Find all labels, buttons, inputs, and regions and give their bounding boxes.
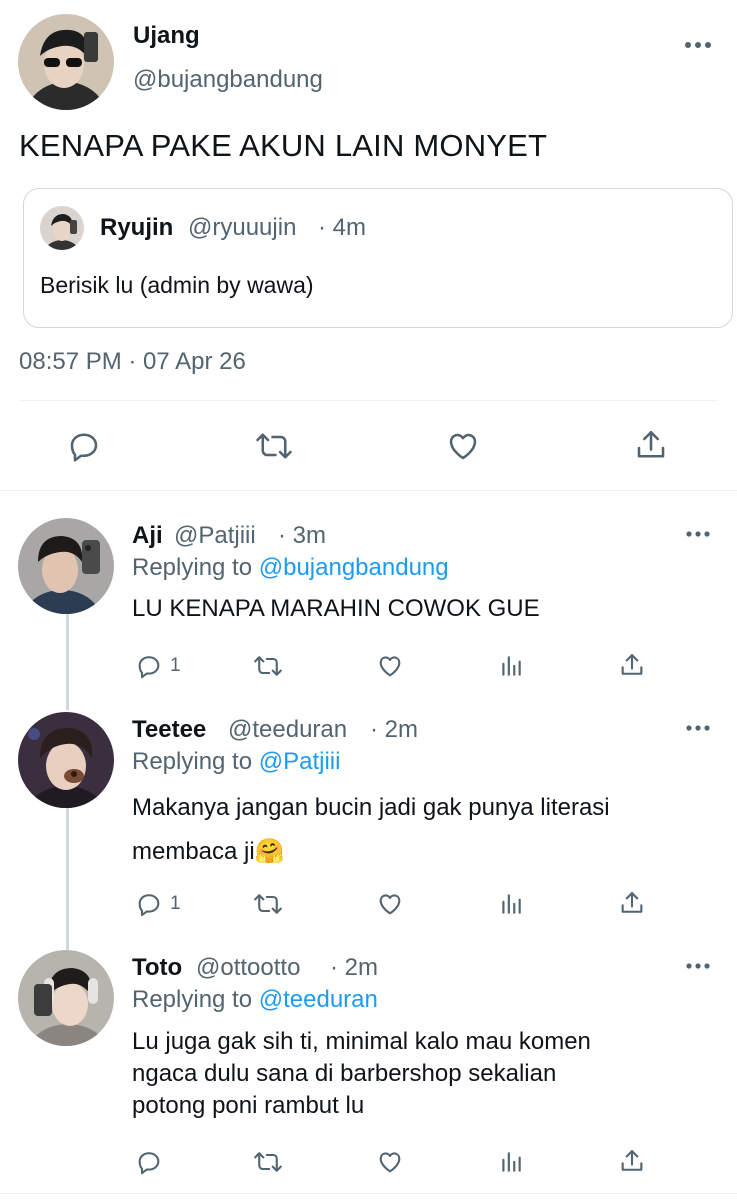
divider: [0, 1193, 737, 1194]
avatar[interactable]: [18, 950, 114, 1046]
quoted-avatar: [40, 206, 84, 250]
hugging-emoji: 🤗: [254, 838, 285, 865]
more-options-icon[interactable]: [684, 40, 712, 50]
user-handle[interactable]: @bujangbandung: [133, 66, 323, 94]
reply-text-line: Lu juga gak sih ti, minimal kalo mau kom…: [132, 1028, 591, 1055]
retweet-icon[interactable]: [252, 652, 284, 680]
like-icon[interactable]: [444, 428, 482, 464]
replying-to: Replying to @teeduran: [132, 986, 378, 1014]
share-icon[interactable]: [618, 888, 646, 918]
retweet-icon[interactable]: [252, 890, 284, 918]
user-handle[interactable]: @ottootto: [196, 954, 300, 982]
share-icon[interactable]: [618, 1146, 646, 1176]
retweet-icon[interactable]: [252, 1148, 284, 1176]
display-name[interactable]: Ujang: [133, 22, 200, 50]
divider: [19, 400, 718, 401]
reply-text-line: ngaca dulu sana di barbershop sekalian: [132, 1060, 557, 1087]
reply-text: LU KENAPA MARAHIN COWOK GUE: [132, 591, 540, 627]
quoted-display-name[interactable]: Ryujin: [100, 214, 173, 242]
like-icon[interactable]: [375, 652, 405, 680]
reply-count: 1: [170, 655, 181, 676]
user-handle[interactable]: @Patjiii: [174, 522, 256, 550]
reply-time: · 2m: [330, 954, 378, 981]
display-name[interactable]: Teetee: [132, 716, 206, 744]
divider: [0, 490, 737, 491]
replying-to-link[interactable]: @Patjiii: [259, 748, 341, 775]
tweet-timestamp: 08:57 PM · 07 Apr 26: [19, 348, 246, 375]
avatar[interactable]: [18, 14, 114, 110]
avatar[interactable]: [18, 712, 114, 808]
reply-text-line: LU KENAPA MARAHIN COWOK GUE: [132, 595, 540, 622]
display-name[interactable]: Toto: [132, 954, 182, 982]
quoted-handle[interactable]: @ryuuujin: [188, 214, 296, 242]
reply-icon[interactable]: [66, 428, 102, 464]
like-icon[interactable]: [375, 890, 405, 918]
replying-prefix: Replying to: [132, 554, 253, 581]
thread-line: [66, 808, 69, 950]
replying-to-link[interactable]: @bujangbandung: [259, 554, 449, 581]
retweet-icon[interactable]: [254, 428, 294, 464]
analytics-icon[interactable]: [498, 1148, 524, 1176]
reply-text-line: Makanya jangan bucin jadi gak punya lite…: [132, 794, 610, 821]
reply-icon[interactable]: [134, 1148, 164, 1176]
user-handle[interactable]: @teeduran: [228, 716, 347, 744]
reply-icon[interactable]: [134, 890, 164, 918]
analytics-icon[interactable]: [498, 890, 524, 918]
replying-to-link[interactable]: @teeduran: [259, 986, 378, 1013]
replying-prefix: Replying to: [132, 986, 253, 1013]
replying-prefix: Replying to: [132, 748, 253, 775]
replying-to: Replying to @Patjiii: [132, 748, 340, 776]
reply-text-line: potong poni rambut lu: [132, 1092, 365, 1119]
share-icon[interactable]: [633, 426, 669, 464]
more-options-icon[interactable]: [686, 529, 710, 539]
reply-count: 1: [170, 893, 181, 914]
reply-text-line-emoji-row: membaca ji🤗: [132, 830, 610, 874]
reply-text: Lu juga gak sih ti, minimal kalo mau kom…: [132, 1026, 591, 1122]
reply-time: · 2m: [370, 716, 418, 743]
display-name[interactable]: Aji: [132, 522, 163, 550]
reply-time: · 3m: [278, 522, 326, 549]
reply-text-line: membaca ji: [132, 838, 255, 865]
more-options-icon[interactable]: [686, 723, 710, 733]
tweet-text: KENAPA PAKE AKUN LAIN MONYET: [19, 128, 548, 163]
avatar[interactable]: [18, 518, 114, 614]
like-icon[interactable]: [375, 1148, 405, 1176]
reply-text: Makanya jangan bucin jadi gak punya lite…: [132, 786, 610, 874]
analytics-icon[interactable]: [498, 652, 524, 680]
thread-line: [66, 614, 69, 710]
quoted-time: · 4m: [318, 214, 366, 241]
more-options-icon[interactable]: [686, 961, 710, 971]
quoted-tweet[interactable]: [23, 188, 733, 328]
replying-to: Replying to @bujangbandung: [132, 554, 449, 582]
quoted-text: Berisik lu (admin by wawa): [40, 272, 314, 298]
share-icon[interactable]: [618, 650, 646, 680]
reply-icon[interactable]: [134, 652, 164, 680]
